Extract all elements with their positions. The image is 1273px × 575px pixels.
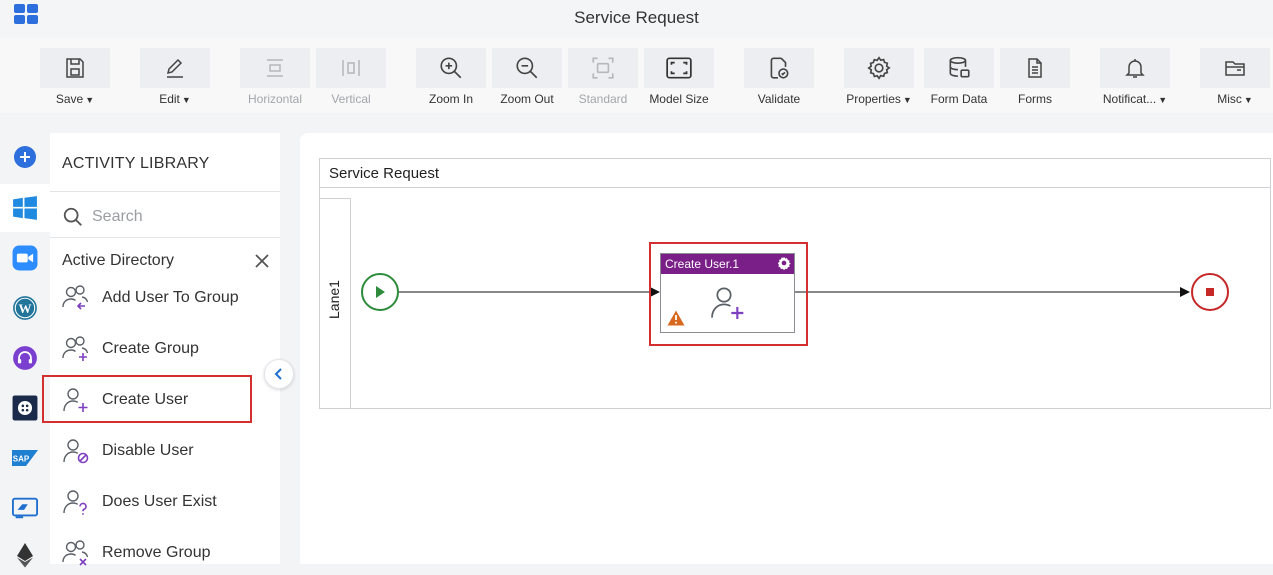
- warning-icon: [667, 310, 685, 326]
- process-flow: [361, 273, 1229, 311]
- create-user-icon: [711, 287, 744, 319]
- end-event[interactable]: [1191, 273, 1229, 311]
- gear-icon[interactable]: [777, 256, 791, 270]
- start-event[interactable]: [361, 273, 399, 311]
- task-title: Create User.1: [665, 257, 740, 271]
- task-header: Create User.1: [661, 254, 794, 274]
- create-user-task[interactable]: Create User.1: [660, 253, 795, 333]
